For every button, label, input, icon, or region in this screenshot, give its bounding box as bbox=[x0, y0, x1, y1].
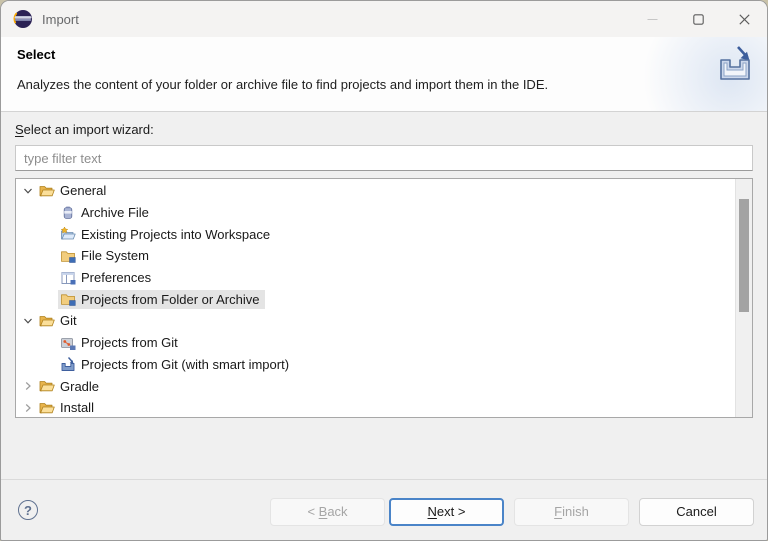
wizard-select-label-mnemonic: S bbox=[15, 122, 24, 137]
chevron-right-icon[interactable] bbox=[22, 380, 34, 392]
tree-scrollbar-thumb[interactable] bbox=[739, 199, 749, 312]
wizard-select-label-rest: elect an import wizard: bbox=[24, 122, 154, 137]
tree-item-content[interactable]: General bbox=[37, 181, 112, 200]
tree-item-content[interactable]: Projects from Folder or Archive bbox=[58, 290, 265, 309]
page-description: Analyzes the content of your folder or a… bbox=[17, 77, 548, 92]
tree-item-content[interactable]: Existing Projects into Workspace bbox=[58, 225, 276, 244]
import-wizard-icon bbox=[715, 43, 755, 89]
tree-item-label: Install bbox=[60, 400, 94, 415]
folder-open-icon bbox=[39, 183, 55, 199]
tree-item-label: Gradle bbox=[60, 379, 99, 394]
minimize-button[interactable] bbox=[629, 1, 675, 37]
wizard-select-label: Select an import wizard: bbox=[15, 122, 154, 137]
tree-item-label: Existing Projects into Workspace bbox=[81, 227, 270, 242]
eclipse-logo-icon bbox=[13, 9, 33, 29]
import-dialog: Import Select Analyzes the content of yo… bbox=[0, 0, 768, 541]
tree-item-gradle[interactable]: Gradle bbox=[16, 375, 735, 397]
git-repo-icon bbox=[60, 335, 76, 351]
tree-item-content[interactable]: Gradle bbox=[37, 377, 105, 396]
cancel-button[interactable]: Cancel bbox=[639, 498, 754, 526]
tree-scrollbar[interactable] bbox=[735, 179, 752, 417]
wizard-tree[interactable]: General Archive File Existing Projects int… bbox=[15, 178, 753, 418]
tree-item-general[interactable]: General bbox=[16, 180, 735, 202]
tree-item-content[interactable]: Install bbox=[37, 398, 100, 417]
folder-open-icon bbox=[39, 313, 55, 329]
question-mark-icon: ? bbox=[24, 503, 32, 518]
tree-item-content[interactable]: Preferences bbox=[58, 268, 157, 287]
tree-item-label: Archive File bbox=[81, 205, 149, 220]
tree-item-label: Projects from Git bbox=[81, 335, 178, 350]
close-icon bbox=[739, 14, 750, 25]
filter-input[interactable] bbox=[15, 145, 753, 171]
tree-item-content[interactable]: Git bbox=[37, 311, 83, 330]
folder-blue-corner-icon bbox=[60, 248, 76, 264]
tree-item-label: Projects from Folder or Archive bbox=[81, 292, 259, 307]
footer-separator bbox=[1, 479, 767, 480]
window-title: Import bbox=[42, 12, 79, 27]
tree-item-content[interactable]: Archive File bbox=[58, 203, 155, 222]
chevron-down-icon[interactable] bbox=[22, 185, 34, 197]
folder-open-icon bbox=[39, 378, 55, 394]
wizard-header: Select Analyzes the content of your fold… bbox=[1, 37, 767, 112]
page-title: Select bbox=[17, 47, 55, 62]
smart-import-icon bbox=[60, 356, 76, 372]
close-button[interactable] bbox=[721, 1, 767, 37]
tree-item-label: Projects from Git (with smart import) bbox=[81, 357, 289, 372]
tree-item-content[interactable]: Projects from Git bbox=[58, 333, 184, 352]
tree-item-git[interactable]: Git bbox=[16, 310, 735, 332]
titlebar[interactable]: Import bbox=[1, 1, 767, 37]
next-button[interactable]: Next > bbox=[389, 498, 504, 526]
tree-item-label: File System bbox=[81, 248, 149, 263]
archive-file-icon bbox=[60, 205, 76, 221]
tree-item-label: Git bbox=[60, 313, 77, 328]
tree-item-content[interactable]: Projects from Git (with smart import) bbox=[58, 355, 295, 374]
tree-item-label: General bbox=[60, 183, 106, 198]
chevron-down-icon[interactable] bbox=[22, 315, 34, 327]
tree-item-projects-from-git-with-smart-import[interactable]: Projects from Git (with smart import) bbox=[16, 354, 735, 376]
folder-open-icon bbox=[39, 400, 55, 416]
tree-item-projects-from-git[interactable]: Projects from Git bbox=[16, 332, 735, 354]
minimize-icon bbox=[647, 14, 658, 25]
existing-projects-icon bbox=[60, 226, 76, 242]
folder-blue-corner-icon bbox=[60, 291, 76, 307]
tree-item-file-system[interactable]: File System bbox=[16, 245, 735, 267]
tree-item-projects-from-folder-or-archive[interactable]: Projects from Folder or Archive bbox=[16, 288, 735, 310]
preferences-icon bbox=[60, 270, 76, 286]
tree-item-preferences[interactable]: Preferences bbox=[16, 267, 735, 289]
maximize-icon bbox=[693, 14, 704, 25]
tree-item-existing-projects-into-workspace[interactable]: Existing Projects into Workspace bbox=[16, 223, 735, 245]
help-button[interactable]: ? bbox=[18, 500, 38, 520]
maximize-button[interactable] bbox=[675, 1, 721, 37]
back-button[interactable]: < Back bbox=[270, 498, 385, 526]
chevron-right-icon[interactable] bbox=[22, 402, 34, 414]
tree-item-content[interactable]: File System bbox=[58, 246, 155, 265]
tree-item-label: Preferences bbox=[81, 270, 151, 285]
tree-item-install[interactable]: Install bbox=[16, 397, 735, 418]
tree-item-archive-file[interactable]: Archive File bbox=[16, 202, 735, 224]
finish-button[interactable]: Finish bbox=[514, 498, 629, 526]
